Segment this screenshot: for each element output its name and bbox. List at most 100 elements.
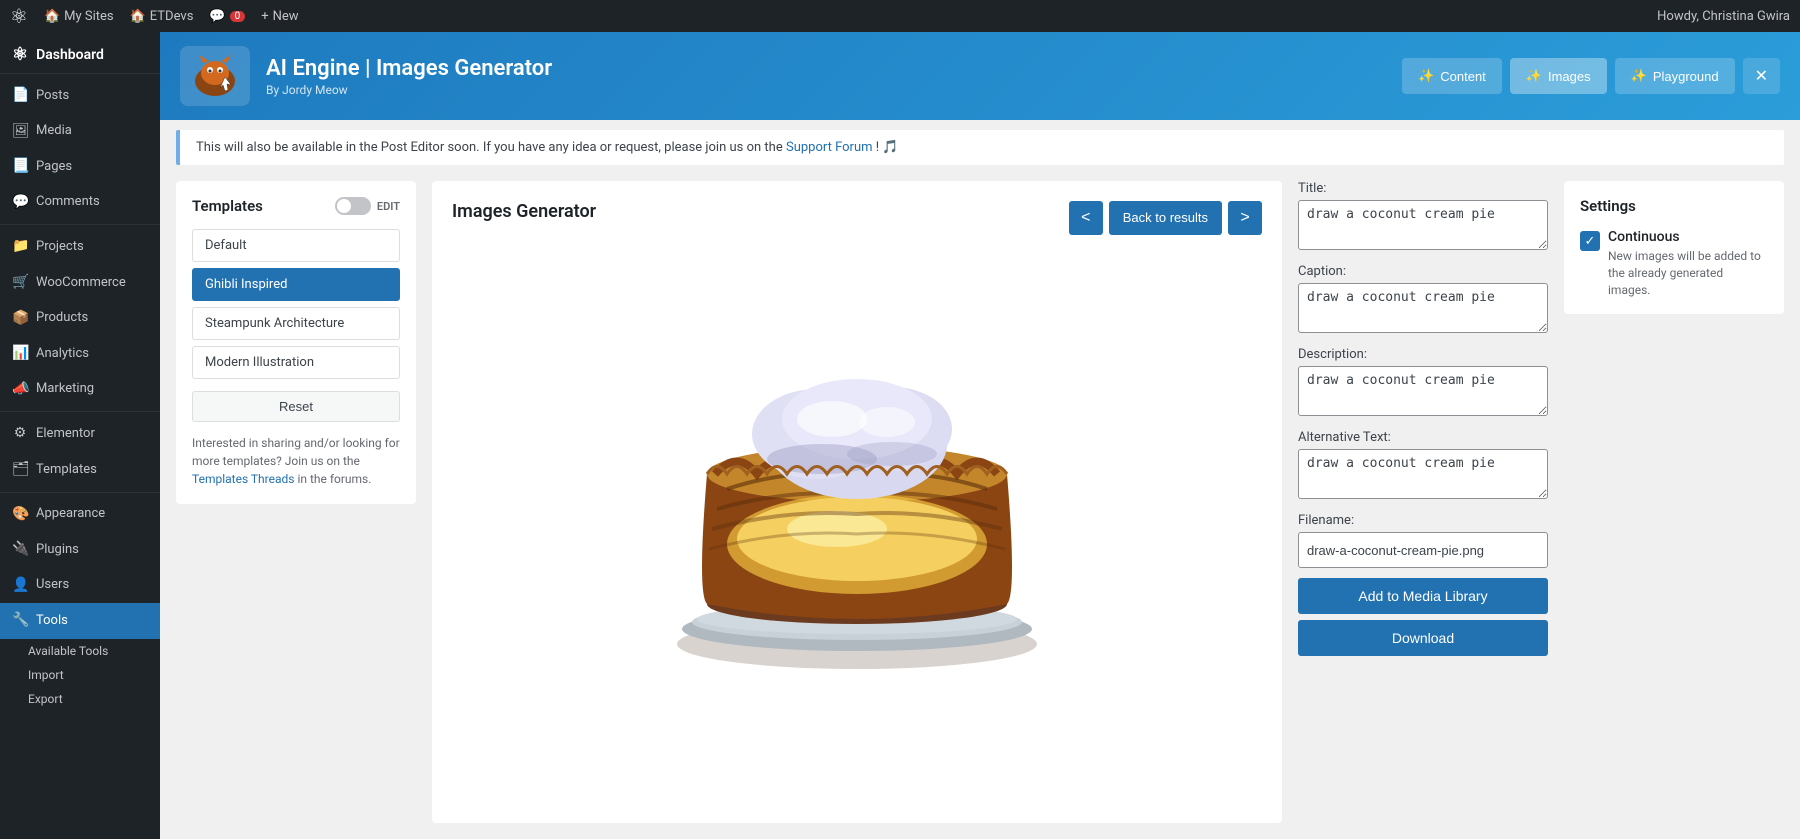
- sidebar-item-plugins[interactable]: 🔌 Plugins: [0, 532, 160, 568]
- sidebar-item-woocommerce[interactable]: 🛒 WooCommerce: [0, 265, 160, 301]
- sidebar-item-import[interactable]: Import: [0, 663, 160, 687]
- prev-button[interactable]: <: [1069, 201, 1103, 235]
- sidebar-item-elementor[interactable]: ⚙ Elementor: [0, 416, 160, 452]
- home-icon: 🏠: [44, 9, 60, 24]
- sidebar-item-marketing[interactable]: 📣 Marketing: [0, 372, 160, 408]
- continuous-label: Continuous: [1608, 229, 1768, 245]
- comments-item[interactable]: 💬 0: [209, 9, 245, 24]
- sidebar-item-available-tools[interactable]: Available Tools: [0, 639, 160, 663]
- sidebar-item-appearance[interactable]: 🎨 Appearance: [0, 497, 160, 533]
- sidebar-item-templates[interactable]: 🗂 Templates: [0, 452, 160, 488]
- sidebar-item-projects[interactable]: 📁 Projects: [0, 229, 160, 265]
- filename-label: Filename:: [1298, 513, 1548, 528]
- dashboard-label[interactable]: ⚛ Dashboard: [0, 36, 160, 69]
- caption-input[interactable]: [1298, 283, 1548, 333]
- templates-icon: 🗂: [12, 460, 28, 480]
- sidebar-item-comments[interactable]: 💬 Comments: [0, 185, 160, 221]
- title-input[interactable]: [1298, 200, 1548, 250]
- alt-label: Alternative Text:: [1298, 430, 1548, 445]
- available-tools-label: Available Tools: [28, 644, 108, 658]
- caption-label: Caption:: [1298, 264, 1548, 279]
- sidebar-item-media[interactable]: 🖼 Media: [0, 114, 160, 150]
- sidebar-item-export[interactable]: Export: [0, 687, 160, 711]
- sidebar-item-label: Projects: [36, 238, 84, 256]
- plugin-author: By Jordy Meow: [266, 83, 1386, 97]
- admin-bar: ⚛ 🏠 My Sites 🏠 ETDevs 💬 0 + New Howdy, C…: [0, 0, 1800, 32]
- marketing-icon: 📣: [12, 380, 28, 400]
- sidebar-item-analytics[interactable]: 📊 Analytics: [0, 336, 160, 372]
- reset-button[interactable]: Reset: [192, 391, 400, 422]
- export-label: Export: [28, 692, 63, 706]
- sidebar-item-label: Appearance: [36, 505, 105, 523]
- my-sites-item[interactable]: 🏠 My Sites: [44, 9, 114, 24]
- toggle-track[interactable]: [335, 197, 371, 215]
- woocommerce-icon: 🛒: [12, 273, 28, 293]
- sidebar-item-label: Elementor: [36, 425, 95, 443]
- template-item-modern[interactable]: Modern Illustration: [192, 346, 400, 379]
- toggle-thumb: [337, 199, 351, 213]
- new-item[interactable]: + New: [261, 9, 298, 24]
- playground-nav-button[interactable]: ✨ Playground: [1615, 58, 1735, 94]
- edit-toggle[interactable]: EDIT: [335, 197, 400, 215]
- checkmark-icon: ✓: [1585, 234, 1596, 249]
- sidebar-item-posts[interactable]: 📄 Posts: [0, 78, 160, 114]
- playground-star-icon: ✨: [1631, 68, 1647, 84]
- sidebar-item-label: Analytics: [36, 345, 89, 363]
- sidebar-item-label: Templates: [36, 461, 97, 479]
- site-icon: 🏠: [130, 9, 146, 24]
- filename-field-group: Filename:: [1298, 513, 1548, 568]
- sidebar-item-label: Tools: [36, 612, 68, 630]
- notice-bar: This will also be available in the Post …: [176, 130, 1784, 165]
- description-input[interactable]: [1298, 366, 1548, 416]
- sidebar-item-label: Plugins: [36, 541, 79, 559]
- generator-title: Images Generator: [452, 201, 596, 222]
- sidebar-item-label: Marketing: [36, 380, 94, 398]
- content-nav-button[interactable]: ✨ Content: [1402, 58, 1502, 94]
- templates-footer: Interested in sharing and/or looking for…: [192, 434, 400, 488]
- alt-input[interactable]: [1298, 449, 1548, 499]
- sidebar-item-users[interactable]: 👤 Users: [0, 568, 160, 604]
- continuous-setting-text: Continuous New images will be added to t…: [1608, 229, 1768, 298]
- back-to-results-button[interactable]: Back to results: [1109, 201, 1222, 235]
- continuous-checkbox[interactable]: ✓: [1580, 231, 1600, 251]
- content-area: AI Engine | Images Generator By Jordy Me…: [160, 32, 1800, 839]
- settings-panel: Settings ✓ Continuous New images will be…: [1564, 181, 1784, 314]
- generator-panel: Images Generator < Back to results >: [432, 181, 1282, 823]
- sidebar-item-tools[interactable]: 🔧 Tools: [0, 603, 160, 639]
- download-button[interactable]: Download: [1298, 620, 1548, 656]
- metadata-panel: Title: Caption: Description: Alternative…: [1298, 181, 1548, 823]
- sidebar-item-pages[interactable]: 📃 Pages: [0, 149, 160, 185]
- template-list: Default Ghibli Inspired Steampunk Archit…: [192, 229, 400, 379]
- support-forum-link[interactable]: Support Forum: [786, 140, 873, 155]
- caption-field-group: Caption:: [1298, 264, 1548, 337]
- templates-header: Templates EDIT: [192, 197, 400, 215]
- generated-image-area: [452, 254, 1262, 734]
- sidebar: ⚛ Dashboard 📄 Posts 🖼 Media 📃 Pages 💬 Co…: [0, 32, 160, 839]
- tools-icon: 🔧: [12, 611, 28, 631]
- sidebar-item-products[interactable]: 📦 Products: [0, 301, 160, 337]
- plugin-nav: ✨ Content ✨ Images ✨ Playground ✕: [1402, 58, 1780, 94]
- title-label: Title:: [1298, 181, 1548, 196]
- sidebar-item-label: Media: [36, 122, 72, 140]
- user-greeting: Howdy, Christina Gwira: [1657, 9, 1790, 24]
- panels-wrap: Templates EDIT Default Ghibli Inspired: [160, 165, 1800, 839]
- projects-icon: 📁: [12, 237, 28, 257]
- add-to-media-button[interactable]: Add to Media Library: [1298, 578, 1548, 614]
- filename-input[interactable]: [1298, 532, 1548, 568]
- site-name-item[interactable]: 🏠 ETDevs: [130, 9, 194, 24]
- continuous-desc: New images will be added to the already …: [1608, 248, 1768, 298]
- template-item-ghibli[interactable]: Ghibli Inspired: [192, 268, 400, 301]
- close-button[interactable]: ✕: [1743, 58, 1780, 94]
- images-star-icon: ✨: [1526, 68, 1542, 84]
- templates-panel: Templates EDIT Default Ghibli Inspired: [176, 181, 416, 504]
- wp-logo-icon[interactable]: ⚛: [10, 4, 28, 28]
- template-item-steampunk[interactable]: Steampunk Architecture: [192, 307, 400, 340]
- toggle-label: EDIT: [377, 200, 400, 213]
- template-item-default[interactable]: Default: [192, 229, 400, 262]
- templates-threads-link[interactable]: Templates Threads: [192, 472, 294, 486]
- continuous-setting: ✓ Continuous New images will be added to…: [1580, 229, 1768, 298]
- pie-image: [637, 274, 1077, 714]
- images-nav-button[interactable]: ✨ Images: [1510, 58, 1607, 94]
- next-button[interactable]: >: [1228, 201, 1262, 235]
- users-icon: 👤: [12, 576, 28, 596]
